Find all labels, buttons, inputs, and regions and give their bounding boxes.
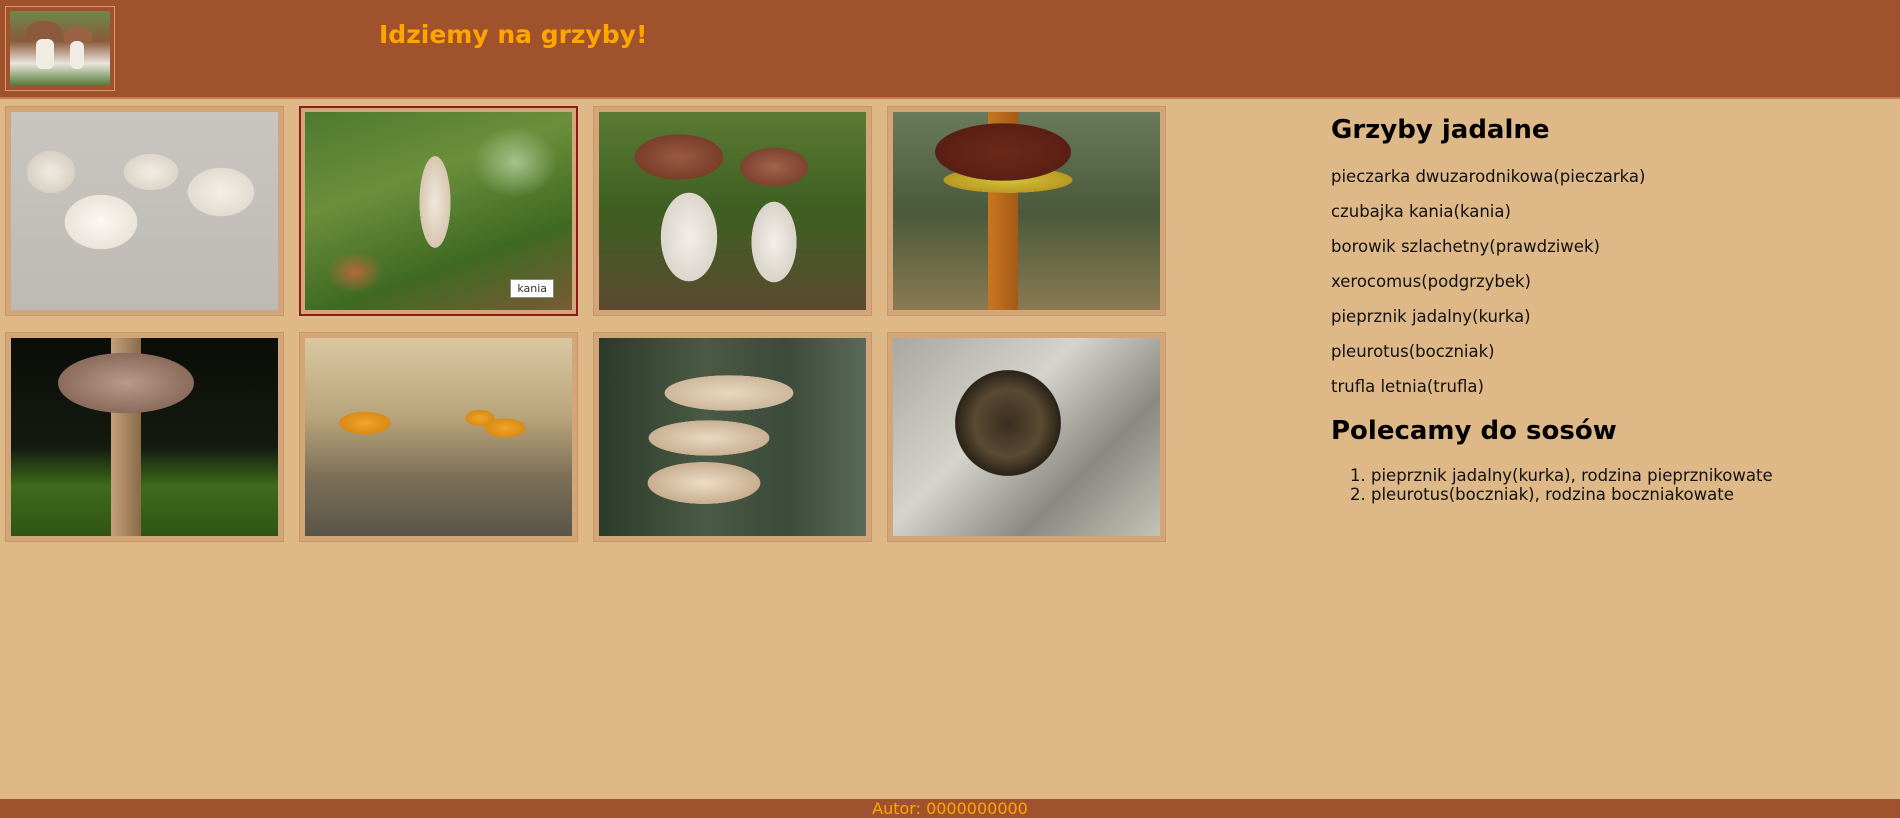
sidebar: Grzyby jadalne pieczarka dwuzarodnikowa(… — [1331, 115, 1851, 504]
sauces-item: pleurotus(boczniak), rodzina boczniakowa… — [1371, 485, 1851, 504]
edible-item: pieprznik jadalny(kurka) — [1331, 307, 1531, 326]
gallery-item-podgrzybek[interactable] — [887, 106, 1166, 316]
photo-kania: kania — [305, 112, 572, 310]
photo-pieczarka — [11, 112, 278, 310]
page-footer: Autor: 0000000000 — [0, 799, 1900, 818]
sauces-item: pieprznik jadalny(kurka), rodzina pieprz… — [1371, 466, 1851, 485]
gallery-item-prawdziwek[interactable] — [593, 106, 872, 316]
logo — [5, 6, 115, 91]
photo-boczniak — [599, 338, 866, 536]
tooltip: kania — [510, 279, 554, 298]
photo-podgrzybek — [893, 112, 1160, 310]
photo-prawdziwek — [599, 112, 866, 310]
gallery-item-pieczarka[interactable] — [5, 106, 284, 316]
edible-item: pieczarka dwuzarodnikowa(pieczarka) — [1331, 167, 1646, 186]
edible-item: trufla letnia(trufla) — [1331, 377, 1484, 396]
photo-gaska — [11, 338, 278, 536]
gallery-item-gaska[interactable] — [5, 332, 284, 542]
gallery-item-trufla[interactable] — [887, 332, 1166, 542]
author-text: Autor: 0000000000 — [872, 799, 1028, 818]
gallery-item-kania[interactable]: kania — [299, 106, 578, 316]
edible-list: pieczarka dwuzarodnikowa(pieczarka) czub… — [1331, 159, 1851, 404]
sauces-heading: Polecamy do sosów — [1331, 416, 1617, 446]
page-title: Idziemy na grzyby! — [379, 20, 648, 49]
edible-heading: Grzyby jadalne — [1331, 115, 1550, 145]
photo-trufla — [893, 338, 1160, 536]
edible-item: czubajka kania(kania) — [1331, 202, 1511, 221]
edible-item: xerocomus(podgrzybek) — [1331, 272, 1531, 291]
logo-image — [10, 11, 110, 86]
sauces-list: pieprznik jadalny(kurka), rodzina pieprz… — [1331, 466, 1851, 504]
gallery-item-kurka[interactable] — [299, 332, 578, 542]
edible-item: borowik szlachetny(prawdziwek) — [1331, 237, 1600, 256]
edible-item: pleurotus(boczniak) — [1331, 342, 1495, 361]
photo-kurka — [305, 338, 572, 536]
page-header: Idziemy na grzyby! — [0, 0, 1900, 99]
gallery-item-boczniak[interactable] — [593, 332, 872, 542]
